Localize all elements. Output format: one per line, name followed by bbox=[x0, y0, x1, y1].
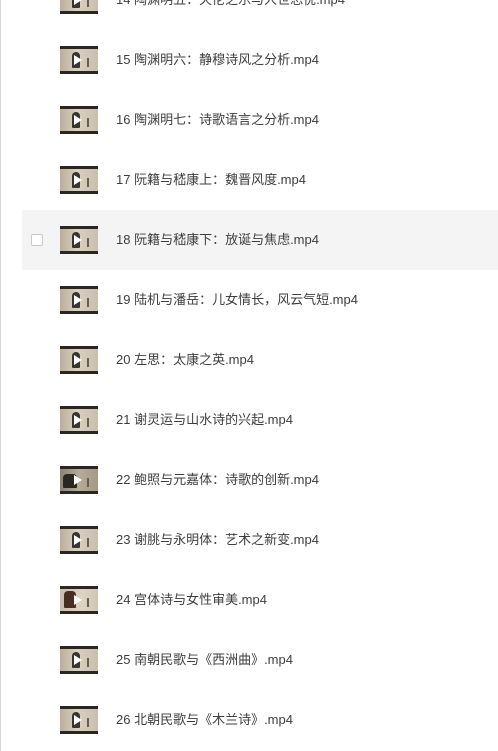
file-row[interactable]: 24 宫体诗与女性审美.mp4 bbox=[0, 570, 498, 630]
file-row[interactable]: 14 陶渊明五：天伦之乐与人世忘忧.mp4 bbox=[0, 0, 498, 30]
video-thumbnail-icon bbox=[60, 0, 98, 14]
file-name: 16 陶渊明七：诗歌语言之分析.mp4 bbox=[116, 112, 319, 127]
file-row[interactable]: 25 南朝民歌与《西洲曲》.mp4 bbox=[0, 630, 498, 690]
file-name: 23 谢朓与永明体：艺术之新变.mp4 bbox=[116, 532, 319, 547]
file-row[interactable]: 22 鲍照与元嘉体：诗歌的创新.mp4 bbox=[0, 450, 498, 510]
video-thumbnail-icon bbox=[60, 706, 98, 734]
play-icon bbox=[74, 655, 82, 665]
play-icon bbox=[74, 595, 82, 605]
file-row[interactable]: 20 左思：太康之英.mp4 bbox=[0, 330, 498, 390]
file-row[interactable]: 16 陶渊明七：诗歌语言之分析.mp4 bbox=[0, 90, 498, 150]
file-row[interactable]: 26 北朝民歌与《木兰诗》.mp4 bbox=[0, 690, 498, 750]
video-thumbnail-icon bbox=[60, 46, 98, 74]
video-thumbnail-icon bbox=[60, 586, 98, 614]
file-name: 24 宫体诗与女性审美.mp4 bbox=[116, 592, 267, 607]
file-row[interactable]: 23 谢朓与永明体：艺术之新变.mp4 bbox=[0, 510, 498, 570]
play-icon bbox=[74, 0, 82, 5]
file-name: 15 陶渊明六：静穆诗风之分析.mp4 bbox=[116, 52, 319, 67]
file-list: 14 陶渊明五：天伦之乐与人世忘忧.mp4 15 陶渊明六：静穆诗风之分析.mp… bbox=[0, 0, 498, 750]
video-thumbnail-icon bbox=[60, 526, 98, 554]
video-thumbnail-icon bbox=[60, 286, 98, 314]
file-row[interactable]: 15 陶渊明六：静穆诗风之分析.mp4 bbox=[0, 30, 498, 90]
play-icon bbox=[74, 355, 82, 365]
file-row[interactable]: 21 谢灵运与山水诗的兴起.mp4 bbox=[0, 390, 498, 450]
play-icon bbox=[74, 415, 82, 425]
video-thumbnail-icon bbox=[60, 226, 98, 254]
file-row[interactable]: 17 阮籍与嵇康上：魏晋风度.mp4 bbox=[0, 150, 498, 210]
file-name: 19 陆机与潘岳：儿女情长，风云气短.mp4 bbox=[116, 292, 358, 307]
row-checkbox[interactable] bbox=[31, 234, 43, 246]
file-name: 20 左思：太康之英.mp4 bbox=[116, 352, 254, 367]
file-name: 25 南朝民歌与《西洲曲》.mp4 bbox=[116, 652, 293, 667]
play-icon bbox=[74, 715, 82, 725]
video-thumbnail-icon bbox=[60, 406, 98, 434]
file-name: 26 北朝民歌与《木兰诗》.mp4 bbox=[116, 712, 293, 727]
file-name: 21 谢灵运与山水诗的兴起.mp4 bbox=[116, 412, 293, 427]
file-row[interactable]: 19 陆机与潘岳：儿女情长，风云气短.mp4 bbox=[0, 270, 498, 330]
play-icon bbox=[74, 55, 82, 65]
file-name: 18 阮籍与嵇康下：放诞与焦虑.mp4 bbox=[116, 232, 319, 247]
play-icon bbox=[74, 235, 82, 245]
video-thumbnail-icon bbox=[60, 166, 98, 194]
play-icon bbox=[74, 295, 82, 305]
video-thumbnail-icon bbox=[60, 646, 98, 674]
file-name: 22 鲍照与元嘉体：诗歌的创新.mp4 bbox=[116, 472, 319, 487]
file-row[interactable]: 18 阮籍与嵇康下：放诞与焦虑.mp4 bbox=[0, 210, 498, 270]
video-thumbnail-icon bbox=[60, 106, 98, 134]
play-icon bbox=[74, 535, 82, 545]
video-thumbnail-icon bbox=[60, 346, 98, 374]
play-icon bbox=[74, 115, 82, 125]
video-thumbnail-icon bbox=[60, 466, 98, 494]
file-name: 14 陶渊明五：天伦之乐与人世忘忧.mp4 bbox=[116, 0, 345, 8]
file-name: 17 阮籍与嵇康上：魏晋风度.mp4 bbox=[116, 172, 306, 187]
play-icon bbox=[74, 475, 82, 485]
play-icon bbox=[74, 175, 82, 185]
